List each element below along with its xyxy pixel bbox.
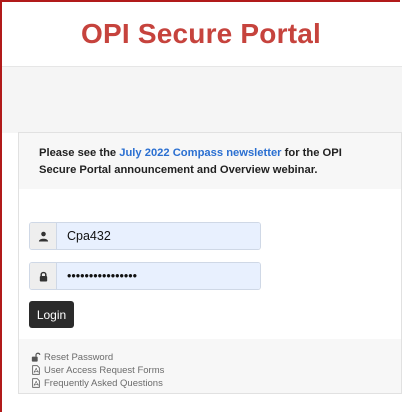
login-button[interactable]: Login bbox=[29, 301, 74, 328]
unlock-icon bbox=[31, 352, 41, 362]
announcement-text: Please see the July 2022 Compass newslet… bbox=[39, 145, 379, 179]
username-group bbox=[29, 222, 261, 250]
login-panel: Please see the July 2022 Compass newslet… bbox=[18, 132, 402, 394]
reset-password-link[interactable]: Reset Password bbox=[31, 351, 164, 363]
newsletter-link[interactable]: July 2022 Compass newsletter bbox=[119, 147, 281, 159]
password-input[interactable] bbox=[57, 263, 260, 289]
help-links: Reset Password User Access Request Forms… bbox=[31, 351, 164, 390]
password-group bbox=[29, 262, 261, 290]
user-access-forms-label: User Access Request Forms bbox=[44, 364, 165, 376]
lock-icon bbox=[30, 263, 57, 289]
username-input[interactable] bbox=[57, 223, 260, 249]
login-form: Login bbox=[19, 189, 401, 339]
reset-password-label: Reset Password bbox=[44, 351, 114, 363]
page-header: OPI Secure Portal bbox=[2, 2, 400, 66]
page-title: OPI Secure Portal bbox=[81, 18, 321, 49]
header-band bbox=[2, 66, 402, 133]
pdf-file-icon bbox=[32, 365, 40, 375]
faq-link[interactable]: Frequently Asked Questions bbox=[31, 377, 164, 389]
announcement-prefix: Please see the bbox=[39, 147, 120, 159]
faq-label: Frequently Asked Questions bbox=[44, 377, 163, 389]
announcement-box: Please see the July 2022 Compass newslet… bbox=[19, 133, 401, 190]
user-icon bbox=[30, 223, 57, 249]
pdf-file-icon bbox=[32, 378, 40, 388]
user-access-forms-link[interactable]: User Access Request Forms bbox=[31, 364, 164, 376]
